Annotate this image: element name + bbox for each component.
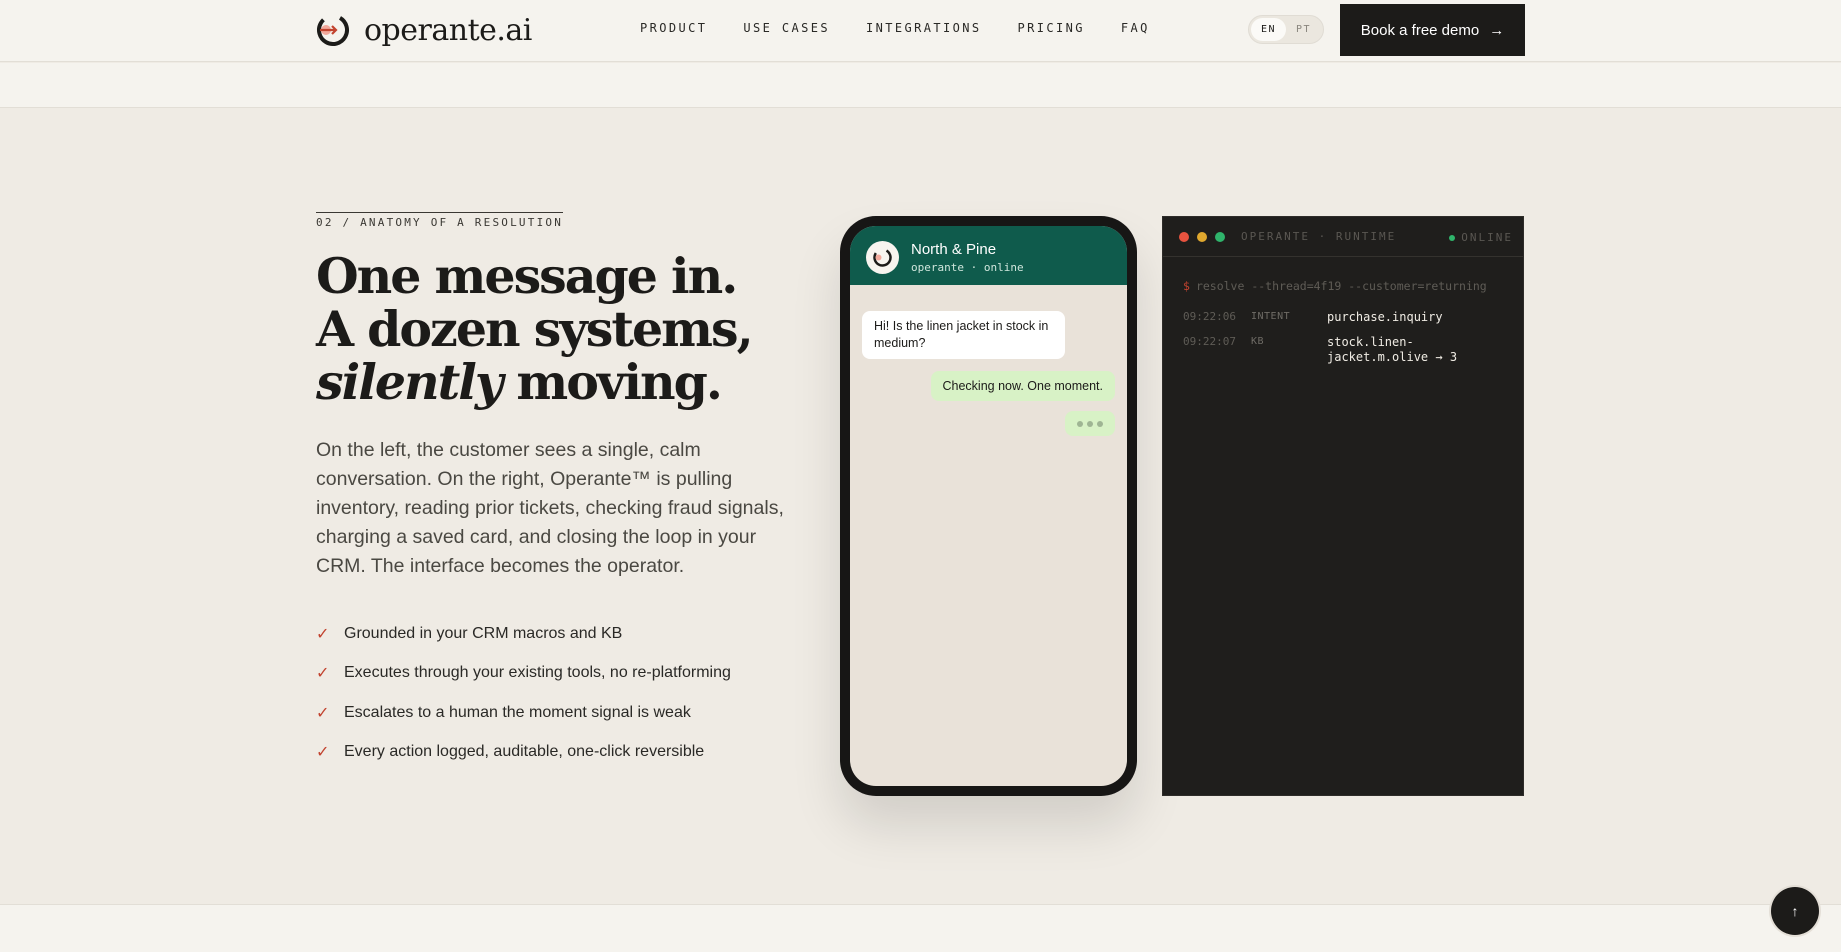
check-item: ✓ Grounded in your CRM macros and KB bbox=[316, 614, 731, 654]
chat-contact-status: operante · online bbox=[911, 261, 1024, 274]
check-label: Escalates to a human the moment signal i… bbox=[344, 703, 691, 721]
terminal-titlebar: OPERANTE · RUNTIME ONLINE bbox=[1163, 217, 1523, 257]
next-section-strip bbox=[0, 904, 1841, 952]
check-icon: ✓ bbox=[316, 744, 330, 762]
feature-checklist: ✓ Grounded in your CRM macros and KB ✓ E… bbox=[316, 614, 731, 772]
typing-dot bbox=[1077, 420, 1083, 427]
typing-dot bbox=[1097, 420, 1103, 427]
book-demo-label: Book a free demo bbox=[1360, 21, 1480, 39]
language-toggle: EN PT bbox=[1248, 15, 1324, 44]
log-tag: INTENT bbox=[1251, 311, 1291, 322]
log-time: 09:22:07 bbox=[1183, 335, 1236, 348]
section-eyebrow: 02 / ANATOMY OF A RESOLUTION bbox=[316, 212, 564, 229]
nav-pricing[interactable]: PRICING bbox=[1018, 21, 1085, 35]
nav-integrations[interactable]: INTEGRATIONS bbox=[866, 21, 982, 35]
check-item: ✓ Executes through your existing tools, … bbox=[316, 654, 731, 694]
nav-product[interactable]: PRODUCT bbox=[640, 21, 707, 35]
terminal-title: OPERANTE · RUNTIME bbox=[1241, 230, 1397, 243]
logo-icon bbox=[873, 248, 892, 267]
chat-meta: North & Pine operante · online bbox=[911, 241, 1024, 274]
log-time: 09:22:06 bbox=[1183, 310, 1236, 323]
chat-contact-name: North & Pine bbox=[911, 241, 997, 258]
arrow-up-icon: ↑ bbox=[1791, 903, 1799, 919]
typing-dot bbox=[1087, 420, 1093, 427]
headline-line-2: A dozen systems, bbox=[316, 300, 754, 358]
logo-text: operante.ai bbox=[364, 12, 532, 48]
sub-header-strip bbox=[0, 63, 1841, 108]
section-lede: On the left, the customer sees a single,… bbox=[316, 439, 784, 577]
chat-header: North & Pine operante · online bbox=[850, 226, 1127, 285]
check-item: ✓ Escalates to a human the moment signal… bbox=[316, 693, 731, 733]
lang-pt[interactable]: PT bbox=[1286, 18, 1321, 41]
check-icon: ✓ bbox=[316, 665, 330, 683]
log-line: 09:22:06 INTENT purchase.inquiry bbox=[1183, 310, 1507, 325]
log-message: purchase.inquiry bbox=[1327, 310, 1443, 324]
command-text: resolve --thread=4f19 --customer=returni… bbox=[1195, 279, 1487, 293]
check-label: Grounded in your CRM macros and KB bbox=[344, 624, 623, 642]
chat-avatar bbox=[866, 241, 899, 274]
typing-indicator bbox=[1065, 411, 1115, 436]
prompt-symbol: $ bbox=[1183, 279, 1190, 293]
window-maximize-dot bbox=[1215, 231, 1225, 242]
scroll-to-top-button[interactable]: ↑ bbox=[1771, 887, 1819, 935]
terminal-command: $ resolve --thread=4f19 --customer=return… bbox=[1183, 279, 1487, 293]
headline-emphasis: silently bbox=[316, 353, 503, 411]
nav-faq[interactable]: FAQ bbox=[1121, 21, 1150, 35]
logo[interactable]: operante.ai bbox=[316, 10, 532, 50]
window-minimize-dot bbox=[1197, 231, 1207, 242]
check-icon: ✓ bbox=[316, 625, 330, 643]
log-tag: KB bbox=[1251, 336, 1265, 347]
incoming-message: Hi! Is the linen jacket in stock in medi… bbox=[862, 311, 1065, 359]
site-header: operante.ai PRODUCT USE CASES INTEGRATIO… bbox=[0, 0, 1841, 62]
headline-line-1: One message in. bbox=[316, 247, 738, 305]
book-demo-button[interactable]: Book a free demo → bbox=[1340, 4, 1525, 56]
terminal-status-label: ONLINE bbox=[1461, 231, 1513, 244]
phone-mockup: North & Pine operante · online Hi! Is th… bbox=[840, 216, 1137, 796]
headline-tail: moving. bbox=[501, 353, 723, 411]
nav-use-cases[interactable]: USE CASES bbox=[743, 21, 830, 35]
section-headline: One message in. A dozen systems, silentl… bbox=[316, 250, 836, 409]
check-icon: ✓ bbox=[316, 704, 330, 722]
online-dot-icon bbox=[1449, 234, 1456, 241]
check-item: ✓ Every action logged, auditable, one-cl… bbox=[316, 733, 731, 773]
check-label: Every action logged, auditable, one-clic… bbox=[344, 743, 705, 761]
outgoing-message: Checking now. One moment. bbox=[930, 371, 1115, 401]
check-label: Executes through your existing tools, no… bbox=[344, 664, 731, 682]
lang-en[interactable]: EN bbox=[1251, 18, 1286, 41]
logo-icon bbox=[316, 13, 350, 47]
terminal-status: ONLINE bbox=[1449, 231, 1513, 244]
arrow-right-icon: → bbox=[1489, 21, 1505, 39]
log-line: 09:22:07 KB stock.linen-jacket.m.olive →… bbox=[1183, 335, 1507, 365]
window-close-dot bbox=[1179, 231, 1189, 242]
log-message: stock.linen-jacket.m.olive → 3 bbox=[1327, 335, 1458, 364]
phone-screen: North & Pine operante · online Hi! Is th… bbox=[850, 226, 1127, 786]
main-nav: PRODUCT USE CASES INTEGRATIONS PRICING F… bbox=[640, 21, 1186, 35]
runtime-terminal: OPERANTE · RUNTIME ONLINE $ resolve --thr… bbox=[1162, 216, 1524, 796]
